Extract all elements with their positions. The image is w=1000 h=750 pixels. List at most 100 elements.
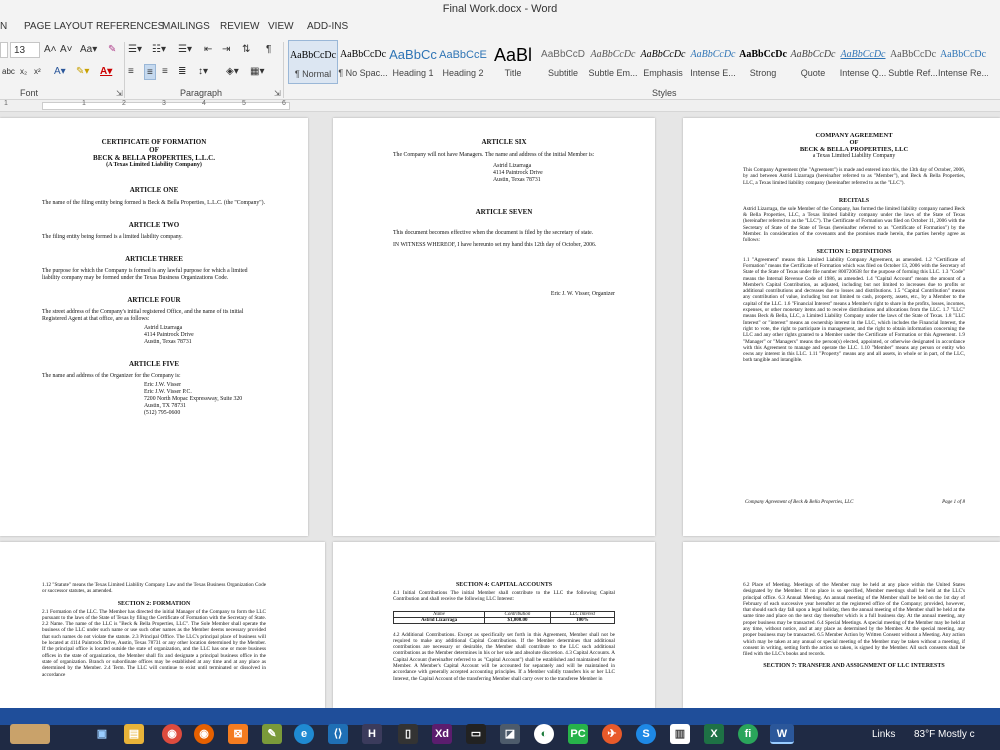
style-sample: AaBbCcDc (739, 49, 787, 60)
line-spacing-icon[interactable]: ↕▾ (198, 64, 208, 80)
font-size-box[interactable]: 13 (10, 42, 40, 58)
edge-icon[interactable]: e (294, 724, 314, 744)
app-icon[interactable]: H (362, 724, 382, 744)
paragraph-dialog-launcher-icon[interactable]: ⇲ (274, 89, 281, 98)
article-text: This document becomes effective when the… (393, 230, 594, 236)
firefox-icon[interactable]: ◉ (194, 724, 214, 744)
justify-icon[interactable]: ≣ (178, 64, 186, 80)
page-4[interactable]: 1.12 "Statute" means the Texas Limited L… (0, 542, 325, 708)
horizontal-ruler[interactable]: 1 1 2 3 4 5 6 (0, 100, 1000, 112)
grow-font-icon[interactable]: A˄ (44, 42, 57, 58)
article-heading: ARTICLE TWO (128, 221, 180, 229)
style-subtitle[interactable]: AaBbCcD Subtitle (538, 40, 588, 84)
ribbon-separator (124, 42, 125, 98)
multilevel-list-icon[interactable]: ☰▾ (178, 42, 192, 58)
increase-indent-icon[interactable]: ⇥ (222, 42, 230, 58)
app-icon[interactable]: ◐ (534, 724, 554, 744)
style-normal[interactable]: AaBbCcDc ¶ Normal (288, 40, 338, 84)
task-view-icon[interactable]: ▣ (92, 724, 112, 744)
clear-formatting-icon[interactable]: ✎ (108, 42, 116, 58)
style-intense-quote[interactable]: AaBbCcDc Intense Q... (838, 40, 888, 84)
excel-icon[interactable]: X (704, 724, 724, 744)
style-sample: AaBbCcDc (790, 49, 836, 60)
subscript-icon[interactable]: x₂ (20, 64, 27, 80)
font-dialog-launcher-icon[interactable]: ⇲ (116, 89, 123, 98)
app-icon[interactable]: fi (738, 724, 758, 744)
style-subtle-emphasis[interactable]: AaBbCcDc Subtle Em... (588, 40, 638, 84)
tab-page-layout[interactable]: PAGE LAYOUT (24, 21, 93, 32)
align-center-icon[interactable]: ≡ (144, 64, 156, 80)
shading-icon[interactable]: ◈▾ (226, 64, 239, 80)
file-explorer-icon[interactable]: ▤ (124, 724, 144, 744)
start-widget-icon[interactable] (10, 724, 50, 744)
vscode-icon[interactable]: ⟨⟩ (328, 724, 348, 744)
app-icon[interactable]: ✈ (602, 724, 622, 744)
align-left-icon[interactable]: ≡ (128, 64, 134, 80)
style-intense-emphasis[interactable]: AaBbCcDc Intense E... (688, 40, 738, 84)
tab-insert[interactable]: N (0, 21, 7, 32)
app-icon[interactable]: ⊠ (228, 724, 248, 744)
word-icon[interactable]: W (770, 724, 794, 744)
style-emphasis[interactable]: AaBbCcDc Emphasis (638, 40, 688, 84)
title-bar: Final Work.docx - Word (0, 0, 1000, 18)
superscript-icon[interactable]: x² (34, 64, 41, 80)
ruler-number: 6 (282, 100, 286, 107)
style-intense-reference[interactable]: AaBbCcDc Intense Re... (938, 40, 988, 84)
style-name: Heading 2 (442, 68, 484, 78)
ruler-number: 3 (162, 100, 166, 107)
font-color-icon[interactable]: A▾ (100, 64, 112, 80)
decrease-indent-icon[interactable]: ⇤ (204, 42, 212, 58)
links-toolbar[interactable]: Links (872, 729, 895, 740)
paragraph-group-label: Paragraph (180, 88, 223, 98)
tab-mailings[interactable]: MAILINGS (162, 21, 210, 32)
strikethrough-icon[interactable]: abc (2, 64, 15, 80)
page-6[interactable]: 6.2 Place of Meeting. Meetings of the Me… (683, 542, 1000, 708)
style-title[interactable]: AaBl Title (488, 40, 538, 84)
chrome-icon[interactable]: ◉ (162, 724, 182, 744)
page-3[interactable]: COMPANY AGREEMENT OF BECK & BELLA PROPER… (683, 118, 1000, 536)
style-heading-2[interactable]: AaBbCcE Heading 2 (438, 40, 488, 84)
app-icon[interactable]: ◪ (500, 724, 520, 744)
tab-add-ins[interactable]: ADD-INS (307, 21, 348, 32)
show-formatting-marks-icon[interactable]: ¶ (266, 42, 271, 58)
sort-icon[interactable]: ⇅ (242, 42, 250, 58)
terminal-icon[interactable]: ▯ (398, 724, 418, 744)
style-subtle-reference[interactable]: AaBbCcDc Subtle Ref... (888, 40, 938, 84)
style-sample: AaBbCcDc (590, 49, 636, 60)
weather-widget[interactable]: 83°F Mostly c (914, 729, 975, 740)
align-right-icon[interactable]: ≡ (162, 64, 168, 80)
bullets-icon[interactable]: ☰▾ (128, 42, 142, 58)
signature-line: Eric J. W. Visser, Organizer (550, 291, 615, 297)
document-icon[interactable]: ▥ (670, 724, 690, 744)
font-name-box[interactable] (0, 42, 8, 58)
tab-references[interactable]: REFERENCES (96, 21, 164, 32)
article-heading: ARTICLE THREE (125, 255, 183, 263)
tab-review[interactable]: REVIEW (220, 21, 259, 32)
shrink-font-icon[interactable]: A˅ (60, 42, 73, 58)
section-heading: SECTION 7: TRANSFER AND ASSIGNMENT OF LL… (763, 662, 945, 669)
style-name: Strong (749, 68, 777, 78)
style-no-spacing[interactable]: AaBbCcDc ¶ No Spac... (338, 40, 388, 84)
tab-view[interactable]: VIEW (268, 21, 294, 32)
page-2[interactable]: ARTICLE SIX The Company will not have Ma… (333, 118, 655, 536)
pycharm-icon[interactable]: PC (568, 724, 588, 744)
ribbon-separator (283, 42, 284, 98)
xd-icon[interactable]: Xd (432, 724, 452, 744)
page-5[interactable]: SECTION 4: CAPITAL ACCOUNTS 4.1 Initial … (333, 542, 655, 708)
style-name: Intense Q... (839, 68, 887, 78)
document-area[interactable]: CERTIFICATE OF FORMATION OF BECK & BELLA… (0, 112, 1000, 708)
borders-icon[interactable]: ▦▾ (250, 64, 264, 80)
style-quote[interactable]: AaBbCcDc Quote (788, 40, 838, 84)
highlight-icon[interactable]: ✎▾ (76, 64, 89, 80)
notepad-icon[interactable]: ✎ (262, 724, 282, 744)
terminal-icon[interactable]: ▭ (466, 724, 486, 744)
text-effects-icon[interactable]: A▾ (54, 64, 66, 80)
change-case-icon[interactable]: Aa▾ (80, 42, 97, 58)
numbering-icon[interactable]: ☷▾ (152, 42, 166, 58)
style-strong[interactable]: AaBbCcDc Strong (738, 40, 788, 84)
style-heading-1[interactable]: AaBbCc Heading 1 (388, 40, 438, 84)
skype-icon[interactable]: S (636, 724, 656, 744)
page-1[interactable]: CERTIFICATE OF FORMATION OF BECK & BELLA… (0, 118, 308, 536)
styles-group-label: Styles (652, 88, 677, 98)
article-text: The filing entity being formed is a limi… (42, 234, 183, 240)
